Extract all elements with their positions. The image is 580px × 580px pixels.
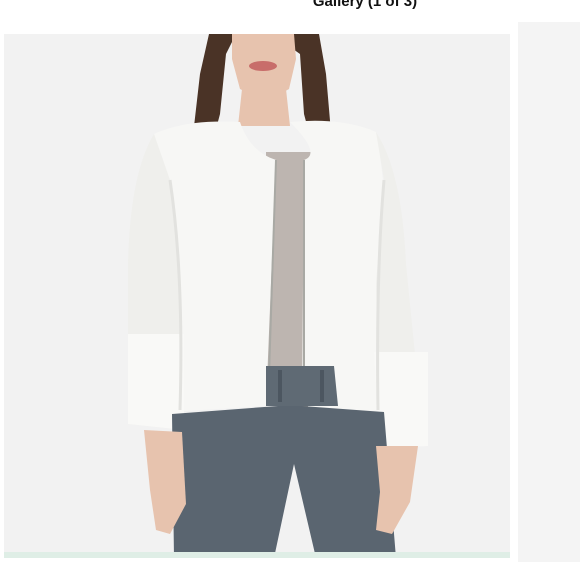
image-viewer[interactable] xyxy=(4,34,510,558)
bottom-band xyxy=(4,552,510,558)
belt-loop-right xyxy=(320,370,324,402)
belt-loop-left xyxy=(278,370,282,402)
product-photo[interactable] xyxy=(4,34,510,558)
gallery-caption: Gallery (1 of 3) xyxy=(312,0,418,10)
lips xyxy=(249,61,277,71)
neck xyxy=(238,89,290,126)
side-panel xyxy=(518,22,580,562)
trousers-waistband xyxy=(266,366,338,406)
